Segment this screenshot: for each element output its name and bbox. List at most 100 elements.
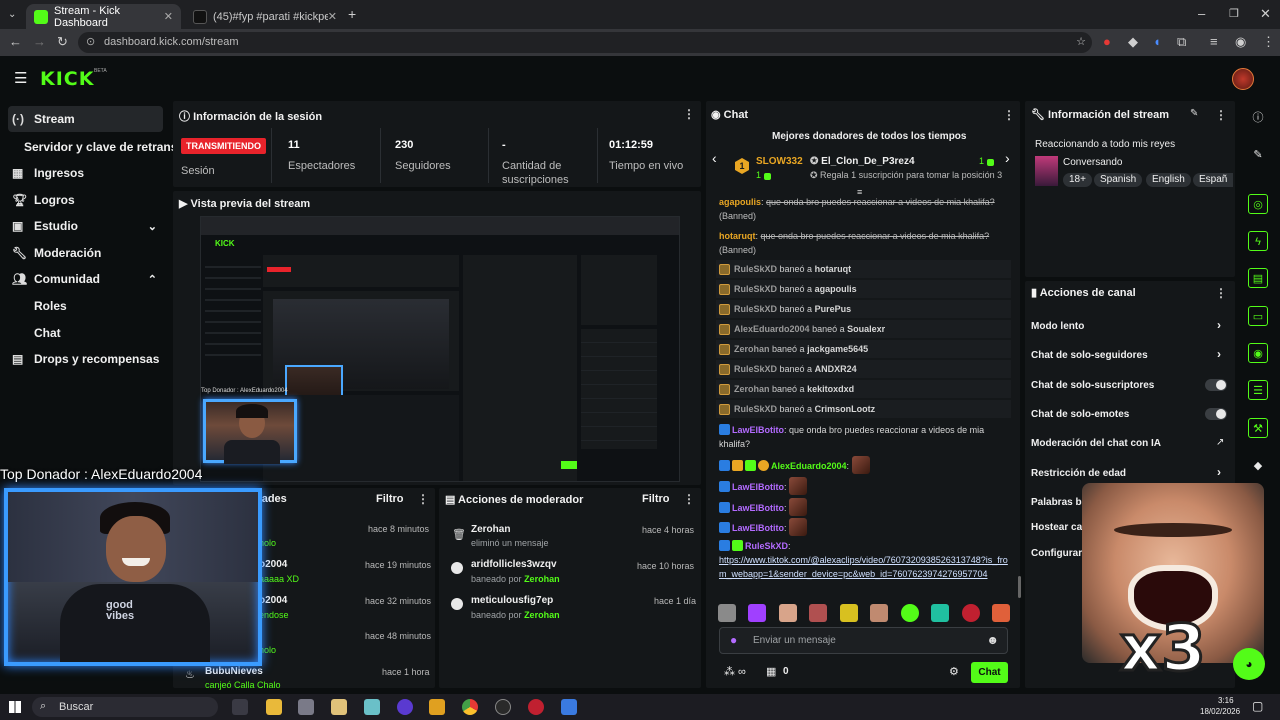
media-player-icon[interactable] — [331, 699, 347, 715]
sidebar-item-comunidad[interactable]: 👥︎ Comunidad ⌃ — [8, 266, 163, 292]
media-icon[interactable]: ≡ — [1210, 34, 1218, 50]
sidebar-item-logros[interactable]: 🏆︎ Logros — [8, 187, 163, 213]
document-icon[interactable]: ▤ — [1248, 268, 1268, 288]
chat-input[interactable]: ● Enviar un mensaje ☻ — [719, 627, 1008, 654]
mic-icon[interactable]: ● — [730, 633, 737, 647]
layers-icon[interactable]: ☰ — [1248, 380, 1268, 400]
app-icon[interactable] — [364, 699, 380, 715]
emote-option[interactable] — [839, 604, 858, 622]
emoji-icon[interactable]: ☻ — [986, 633, 999, 647]
action-modo-lento[interactable]: Modo lento — [1031, 321, 1231, 332]
tools-icon[interactable]: ⚒ — [1248, 418, 1268, 438]
emote-option[interactable] — [900, 604, 919, 622]
stream-info-menu-icon[interactable]: ⋮ — [1215, 108, 1227, 122]
sidebar-item-roles[interactable]: Roles — [34, 299, 67, 313]
broadcast-icon[interactable]: ◉ — [1248, 343, 1268, 363]
chevron-right-icon[interactable]: › — [1217, 465, 1221, 479]
emotes-only-toggle[interactable] — [1205, 408, 1227, 420]
target-icon[interactable]: ◎ — [1248, 194, 1268, 214]
emote-option[interactable] — [748, 604, 767, 622]
chat-bubble-fab[interactable]: ◕ — [1233, 648, 1265, 680]
pencil-icon[interactable]: ✎ — [1248, 145, 1268, 165]
kick-logo[interactable]: KICK — [40, 68, 94, 90]
sidebar-item-chat[interactable]: Chat — [34, 326, 61, 340]
activity-menu-icon[interactable]: ⋮ — [417, 492, 429, 506]
tag-18plus[interactable]: 18+ — [1063, 173, 1092, 187]
user-avatar[interactable] — [1232, 68, 1254, 90]
tab-kick-dashboard[interactable]: Stream - Kick Dashboard ✕ — [26, 4, 181, 29]
app-icon[interactable] — [495, 699, 511, 715]
donor1-name[interactable]: SLOW332 — [756, 156, 803, 167]
tag-spanish[interactable]: Spanish — [1094, 173, 1143, 187]
palette-icon[interactable]: ◆ — [1248, 456, 1268, 476]
external-link-icon[interactable]: ↗ — [1216, 437, 1224, 448]
donors-next-icon[interactable]: › — [1005, 150, 1010, 166]
close-window-icon[interactable]: ✕ — [1260, 6, 1271, 22]
chat-scrollbar[interactable] — [1018, 576, 1021, 598]
profile-icon[interactable]: ◉ — [1235, 34, 1246, 50]
taskbar-search[interactable]: ⌕ Buscar — [32, 697, 218, 717]
chrome-icon[interactable] — [462, 699, 478, 715]
app-icon[interactable] — [429, 699, 445, 715]
donors-prev-icon[interactable]: ‹ — [712, 150, 717, 166]
chat-link[interactable]: https://www.tiktok.com/@alexaclips/video… — [719, 555, 1008, 579]
windows-start-icon[interactable] — [9, 701, 21, 713]
extension-red-icon[interactable]: ● — [1103, 34, 1111, 50]
lightning-icon[interactable]: ϟ — [1248, 231, 1268, 251]
bookmark-star-icon[interactable]: ☆ — [1076, 32, 1086, 53]
chat-send-button[interactable]: Chat — [971, 662, 1008, 683]
close-tab-icon[interactable]: ✕ — [164, 10, 173, 23]
gift-box-icon[interactable]: ▦ — [766, 665, 776, 678]
emote-option[interactable] — [718, 604, 736, 622]
emote-option[interactable] — [991, 604, 1010, 622]
action-age-restriction[interactable]: Restricción de edad — [1031, 468, 1231, 479]
obs-icon[interactable] — [397, 699, 413, 715]
file-explorer-icon[interactable] — [266, 699, 282, 715]
emote-option[interactable] — [809, 604, 828, 622]
points-icon[interactable]: ⁂ ∞ — [724, 665, 746, 678]
emote-option[interactable] — [931, 604, 950, 622]
extension-icon[interactable]: ◆ — [1128, 34, 1138, 50]
category-name[interactable]: Conversando — [1063, 157, 1122, 168]
activity-filter-button[interactable]: Filtro — [376, 493, 404, 505]
sidebar-item-ingresos[interactable]: ▦ Ingresos — [8, 160, 163, 186]
channel-actions-menu-icon[interactable]: ⋮ — [1215, 286, 1227, 300]
chat-settings-icon[interactable]: ⚙ — [949, 665, 959, 678]
chat-menu-icon[interactable]: ⋮ — [1003, 108, 1015, 122]
edit-pencil-icon[interactable]: ✎ — [1190, 108, 1198, 119]
sidebar-item-drops[interactable]: ▤ Drops y recompensas — [8, 346, 163, 372]
hamburger-menu-icon[interactable]: ☰ — [14, 69, 27, 87]
action-subs-only[interactable]: Chat de solo-suscriptores — [1031, 380, 1231, 391]
minimize-icon[interactable]: – — [1198, 6, 1205, 22]
tag-english[interactable]: English — [1146, 173, 1191, 187]
extension-blue-icon[interactable]: ◖ — [1153, 34, 1161, 50]
site-info-icon[interactable]: ⊙ — [86, 32, 95, 53]
sidebar-item-estudio[interactable]: ▣ Estudio ⌄ — [8, 213, 163, 239]
chevron-right-icon[interactable]: › — [1217, 347, 1221, 361]
new-tab-icon[interactable]: + — [348, 6, 356, 22]
forward-icon[interactable]: → — [33, 34, 46, 50]
action-emotes-only[interactable]: Chat de solo-emotes — [1031, 409, 1231, 420]
url-input[interactable]: ⊙ dashboard.kick.com/stream ☆ — [78, 32, 1092, 53]
tag-espanol[interactable]: Españ — [1193, 173, 1233, 187]
close-tab-icon[interactable]: ✕ — [328, 10, 337, 23]
chat-icon[interactable]: ▭ — [1248, 306, 1268, 326]
emote-option[interactable] — [870, 604, 889, 622]
action-ai-moderation[interactable]: Moderación del chat con IA — [1031, 438, 1231, 449]
chevron-right-icon[interactable]: › — [1217, 318, 1221, 332]
tab-tiktok[interactable]: (45)#fyp #parati #kickperu #mi ✕ — [185, 4, 345, 29]
maximize-icon[interactable]: ❐ — [1229, 6, 1239, 22]
reload-icon[interactable]: ↻ — [57, 34, 68, 50]
settings-icon[interactable] — [298, 699, 314, 715]
notification-icon[interactable]: ▢ — [1252, 699, 1263, 713]
sidebar-item-server-key[interactable]: Servidor y clave de retransm — [24, 140, 188, 154]
action-followers-only[interactable]: Chat de solo-seguidores — [1031, 350, 1231, 361]
subs-only-toggle[interactable] — [1205, 379, 1227, 391]
emote-option[interactable] — [778, 604, 797, 622]
app-icon[interactable] — [561, 699, 577, 715]
session-menu-icon[interactable]: ⋮ — [683, 107, 695, 121]
donor2-name[interactable]: ✪ El_Clon_De_P3rez4 — [810, 156, 915, 167]
sidebar-item-moderacion[interactable]: 🔧︎ Moderación — [8, 240, 163, 266]
mod-menu-icon[interactable]: ⋮ — [683, 492, 695, 506]
sidebar-item-stream[interactable]: (·) Stream — [8, 106, 163, 132]
